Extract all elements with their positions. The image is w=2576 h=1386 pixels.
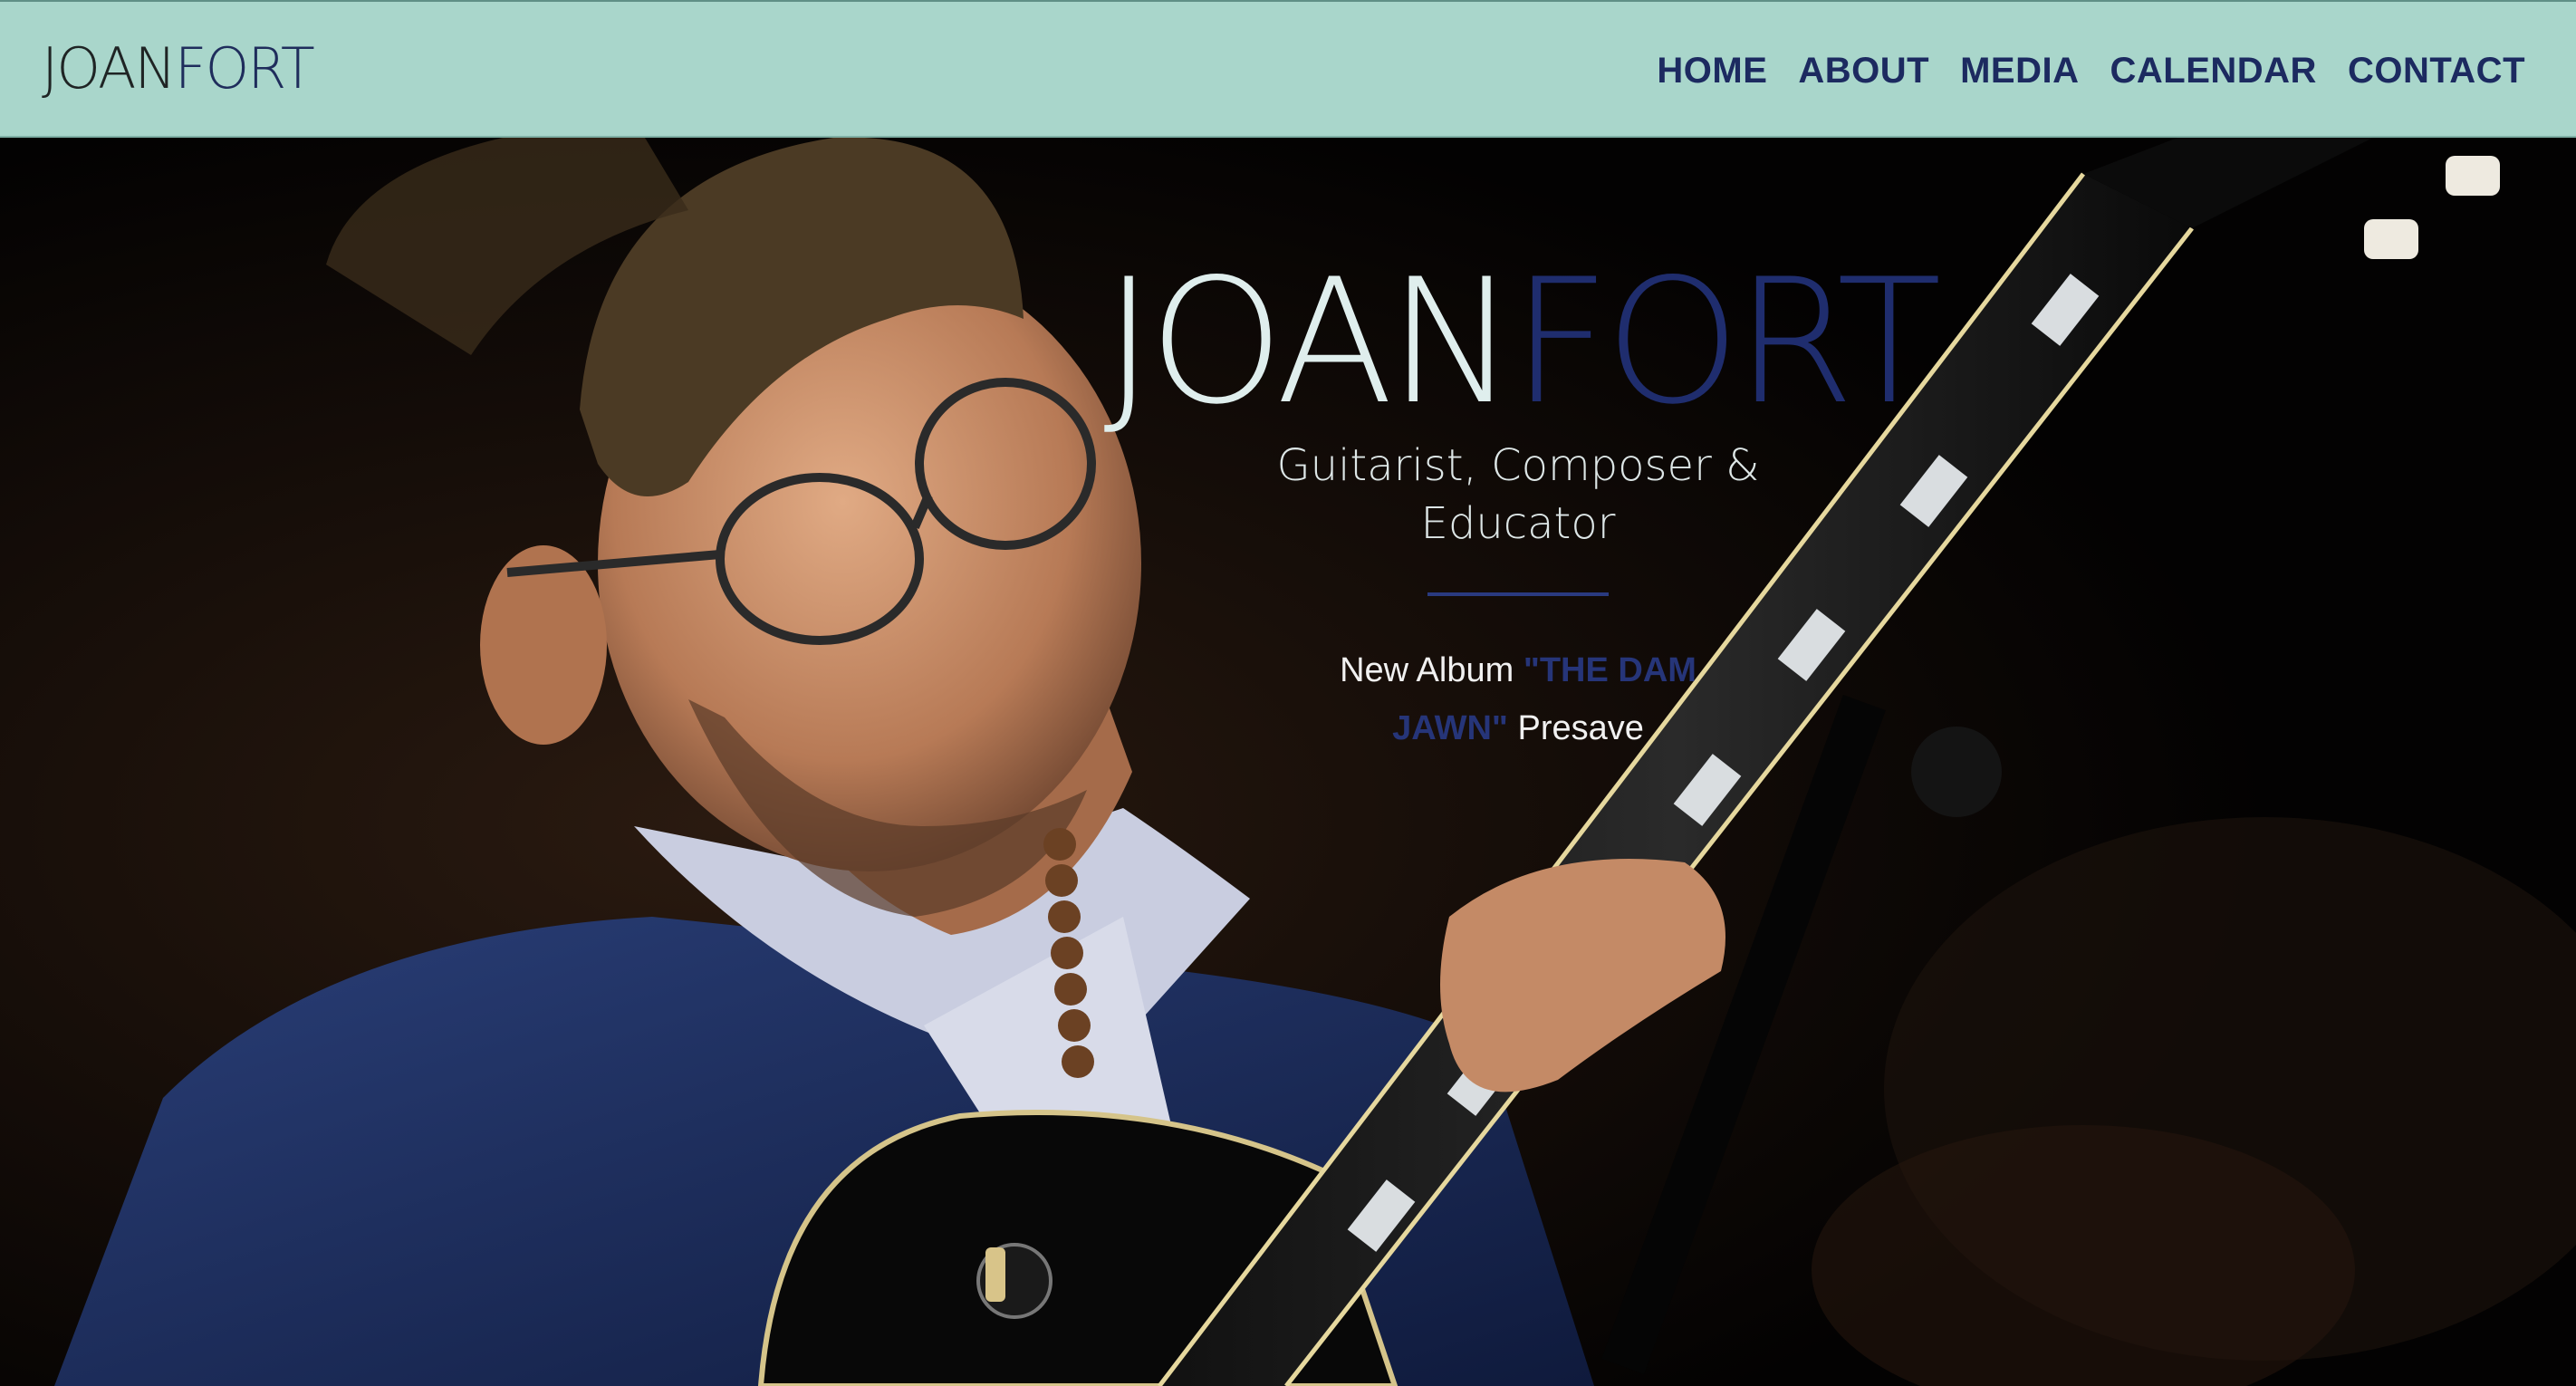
hero-section: JOANFORT Guitarist, Composer & Educator …: [0, 138, 2576, 1386]
nav-contact[interactable]: CONTACT: [2348, 49, 2525, 92]
hero-divider: [1427, 592, 1609, 596]
nav-media[interactable]: MEDIA: [1960, 49, 2079, 92]
site-header: JOANFORT HOME ABOUT MEDIA CALENDAR CONTA…: [0, 0, 2576, 138]
album-suffix: Presave: [1507, 709, 1644, 747]
hero-title: JOANFORT: [0, 252, 2576, 433]
page: JOANFORT HOME ABOUT MEDIA CALENDAR CONTA…: [0, 0, 2576, 1386]
hero-title-first: JOAN: [1103, 242, 1516, 442]
album-presave-link[interactable]: New Album "THE DAM JAWN" Presave: [1283, 641, 1754, 757]
nav-about[interactable]: ABOUT: [1798, 49, 1929, 92]
logo-last-name: FORT: [174, 35, 315, 101]
main-nav: HOME ABOUT MEDIA CALENDAR CONTACT: [1657, 49, 2525, 92]
logo-first-name: JOAN: [42, 35, 177, 101]
hero-title-last: FORT: [1511, 242, 1942, 442]
hero-subtitle: Guitarist, Composer & Educator: [1276, 440, 1760, 549]
site-logo[interactable]: JOANFORT: [42, 35, 315, 101]
album-prefix: New Album: [1340, 651, 1523, 689]
nav-home[interactable]: HOME: [1657, 49, 1767, 92]
nav-calendar[interactable]: CALENDAR: [2110, 49, 2317, 92]
